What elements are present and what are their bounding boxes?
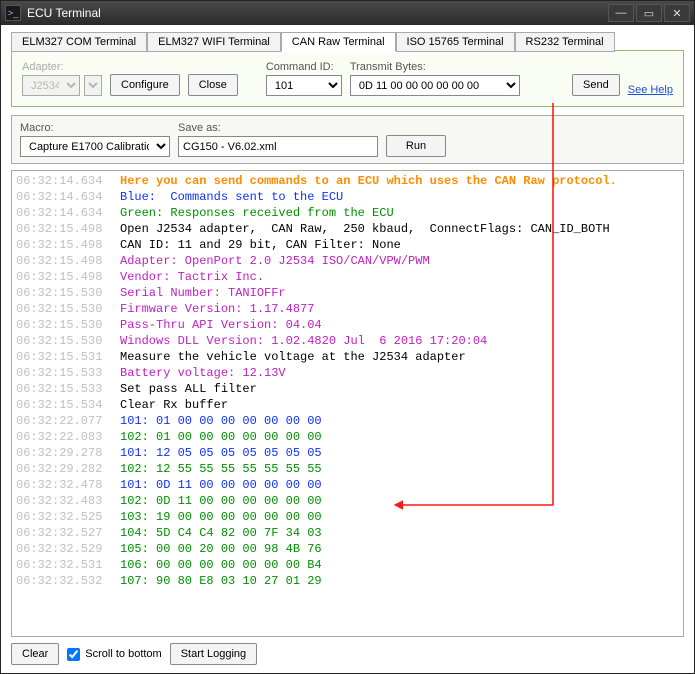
log-panel: 06:32:14.634 Here you can send commands …	[11, 170, 684, 637]
log-line: 06:32:32.529 105: 00 00 20 00 00 98 4B 7…	[16, 541, 679, 557]
log-line: 06:32:15.533 Battery voltage: 12.13V	[16, 365, 679, 381]
start-logging-button[interactable]: Start Logging	[170, 643, 257, 665]
close-window-button[interactable]: ✕	[664, 4, 690, 22]
log-line: 06:32:29.282 102: 12 55 55 55 55 55 55 5…	[16, 461, 679, 477]
connection-panel: Adapter: J2534 Configure Close Command I…	[11, 50, 684, 107]
log-line: 06:32:15.530 Firmware Version: 1.17.4877	[16, 301, 679, 317]
minimize-button[interactable]: —	[608, 4, 634, 22]
app-icon: >_	[5, 5, 21, 21]
log-line: 06:32:32.531 106: 00 00 00 00 00 00 00 B…	[16, 557, 679, 573]
tab-iso15765[interactable]: ISO 15765 Terminal	[396, 32, 515, 52]
run-macro-button[interactable]: Run	[386, 135, 446, 157]
log-line: 06:32:14.634 Blue: Commands sent to the …	[16, 189, 679, 205]
tab-strip: ELM327 COM Terminal ELM327 WIFI Terminal…	[11, 31, 684, 51]
log-line: 06:32:29.278 101: 12 05 05 05 05 05 05 0…	[16, 445, 679, 461]
commandid-select[interactable]: 101	[266, 75, 342, 96]
txbytes-select[interactable]: 0D 11 00 00 00 00 00 00	[350, 75, 520, 96]
log-line: 06:32:15.498 Open J2534 adapter, CAN Raw…	[16, 221, 679, 237]
macro-label: Macro:	[20, 122, 170, 134]
log-line: 06:32:32.527 104: 5D C4 C4 82 00 7F 34 0…	[16, 525, 679, 541]
tab-can-raw[interactable]: CAN Raw Terminal	[281, 32, 396, 52]
macro-panel: Macro: Capture E1700 Calibration Save as…	[11, 115, 684, 164]
log-line: 06:32:15.530 Pass-Thru API Version: 04.0…	[16, 317, 679, 333]
adapter-select: J2534	[22, 75, 80, 96]
send-button[interactable]: Send	[572, 74, 620, 96]
log-line: 06:32:15.533 Set pass ALL filter	[16, 381, 679, 397]
titlebar[interactable]: >_ ECU Terminal — ▭ ✕	[1, 1, 694, 25]
log-line: 06:32:22.077 101: 01 00 00 00 00 00 00 0…	[16, 413, 679, 429]
log-line: 06:32:32.483 102: 0D 11 00 00 00 00 00 0…	[16, 493, 679, 509]
bottom-bar: Clear Scroll to bottom Start Logging	[11, 637, 684, 665]
maximize-button[interactable]: ▭	[636, 4, 662, 22]
log-line: 06:32:15.530 Serial Number: TANIOFFr	[16, 285, 679, 301]
log-line: 06:32:32.532 107: 90 80 E8 03 10 27 01 2…	[16, 573, 679, 589]
adapter-label: Adapter:	[22, 61, 102, 73]
log-line: 06:32:15.498 Vendor: Tactrix Inc.	[16, 269, 679, 285]
tab-elm327-com[interactable]: ELM327 COM Terminal	[11, 32, 147, 52]
log-line: 06:32:14.634 Green: Responses received f…	[16, 205, 679, 221]
tab-elm327-wifi[interactable]: ELM327 WIFI Terminal	[147, 32, 281, 52]
log-line: 06:32:15.498 CAN ID: 11 and 29 bit, CAN …	[16, 237, 679, 253]
saveas-input[interactable]	[178, 136, 378, 157]
clear-button[interactable]: Clear	[11, 643, 59, 665]
log-line: 06:32:32.478 101: 0D 11 00 00 00 00 00 0…	[16, 477, 679, 493]
adapter-port-select	[84, 75, 102, 96]
scroll-checkbox[interactable]: Scroll to bottom	[67, 648, 161, 661]
app-window: >_ ECU Terminal — ▭ ✕ ELM327 COM Termina…	[0, 0, 695, 674]
log-line: 06:32:15.530 Windows DLL Version: 1.02.4…	[16, 333, 679, 349]
log-line: 06:32:22.083 102: 01 00 00 00 00 00 00 0…	[16, 429, 679, 445]
log-output[interactable]: 06:32:14.634 Here you can send commands …	[12, 171, 683, 636]
commandid-label: Command ID:	[266, 61, 342, 73]
close-connection-button[interactable]: Close	[188, 74, 238, 96]
saveas-label: Save as:	[178, 122, 378, 134]
window-title: ECU Terminal	[27, 6, 101, 20]
configure-button[interactable]: Configure	[110, 74, 180, 96]
see-help-link[interactable]: See Help	[628, 84, 673, 96]
log-line: 06:32:15.498 Adapter: OpenPort 2.0 J2534…	[16, 253, 679, 269]
log-line: 06:32:15.531 Measure the vehicle voltage…	[16, 349, 679, 365]
log-line: 06:32:14.634 Here you can send commands …	[16, 173, 679, 189]
content-area: ELM327 COM Terminal ELM327 WIFI Terminal…	[1, 25, 694, 673]
log-line: 06:32:15.534 Clear Rx buffer	[16, 397, 679, 413]
macro-select[interactable]: Capture E1700 Calibration	[20, 136, 170, 157]
tab-rs232[interactable]: RS232 Terminal	[515, 32, 615, 52]
log-line: 06:32:32.525 103: 19 00 00 00 00 00 00 0…	[16, 509, 679, 525]
txbytes-label: Transmit Bytes:	[350, 61, 564, 73]
scroll-checkbox-input[interactable]	[67, 648, 80, 661]
